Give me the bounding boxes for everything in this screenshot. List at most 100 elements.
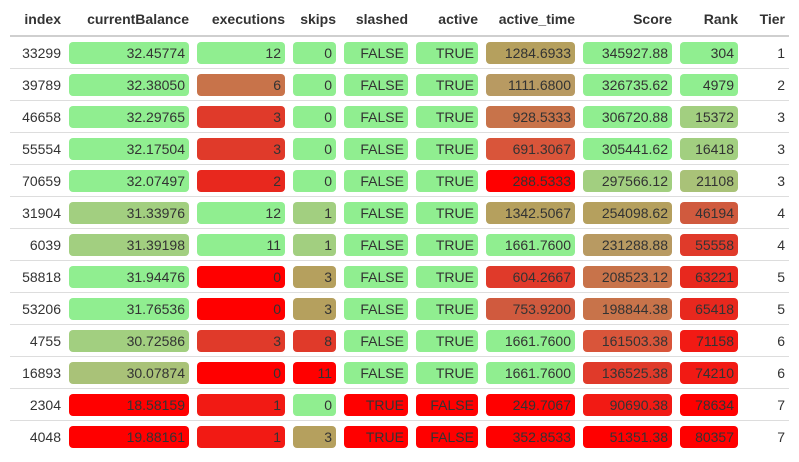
- current-balance-cell: 32.29765: [65, 100, 193, 133]
- column-header-skips[interactable]: skips: [289, 2, 340, 37]
- table-row: 4755 30.72586 3 8 FALSE TRUE 1661.7600 161503.3…: [10, 324, 789, 357]
- active-time-cell: 352.8533: [482, 420, 579, 452]
- active-time-cell: 604.2667: [482, 260, 579, 293]
- score-cell: 51351.38: [579, 420, 676, 452]
- current-balance-cell: 32.45774: [65, 36, 193, 69]
- skips-cell: 0: [289, 36, 340, 69]
- current-balance-value: 32.45774: [69, 41, 189, 64]
- skips-cell: 11: [289, 356, 340, 389]
- slashed-value: FALSE: [344, 137, 408, 160]
- column-header-index[interactable]: index: [10, 2, 65, 37]
- index-cell: 4048: [10, 420, 65, 452]
- column-header-active-time[interactable]: active_time: [482, 2, 579, 37]
- current-balance-value: 32.38050: [69, 73, 189, 96]
- current-balance-cell: 30.72586: [65, 324, 193, 357]
- current-balance-cell: 30.07874: [65, 356, 193, 389]
- active-time-value: 1284.6933: [486, 41, 575, 64]
- skips-value: 8: [293, 329, 336, 352]
- column-header-slashed[interactable]: slashed: [340, 2, 412, 37]
- score-value: 254098.62: [583, 201, 672, 224]
- slashed-value: FALSE: [344, 233, 408, 256]
- active-time-value: 1661.7600: [486, 329, 575, 352]
- skips-value: 0: [293, 105, 336, 128]
- executions-value: 1: [197, 393, 285, 416]
- executions-value: 3: [197, 329, 285, 352]
- active-time-cell: 753.9200: [482, 292, 579, 325]
- table-row: 46658 32.29765 3 0 FALSE TRUE 928.5333 306720.8…: [10, 100, 789, 133]
- slashed-value: FALSE: [344, 73, 408, 96]
- tier-cell: 3: [742, 132, 789, 165]
- slashed-value: FALSE: [344, 105, 408, 128]
- executions-value: 3: [197, 105, 285, 128]
- column-header-rank[interactable]: Rank: [676, 2, 742, 37]
- slashed-cell: FALSE: [340, 260, 412, 293]
- active-time-value: 1342.5067: [486, 201, 575, 224]
- tier-cell: 3: [742, 100, 789, 133]
- rank-cell: 21108: [676, 164, 742, 197]
- skips-value: 3: [293, 425, 336, 448]
- tier-cell: 7: [742, 420, 789, 452]
- executions-cell: 1: [193, 388, 289, 421]
- score-value: 326735.62: [583, 73, 672, 96]
- column-header-active[interactable]: active: [412, 2, 482, 37]
- current-balance-value: 32.07497: [69, 169, 189, 192]
- score-cell: 161503.38: [579, 324, 676, 357]
- active-value: TRUE: [416, 265, 478, 288]
- current-balance-value: 19.88161: [69, 425, 189, 448]
- rank-cell: 55558: [676, 228, 742, 261]
- active-cell: TRUE: [412, 356, 482, 389]
- tier-cell: 5: [742, 292, 789, 325]
- active-time-value: 352.8533: [486, 425, 575, 448]
- current-balance-cell: 31.39198: [65, 228, 193, 261]
- skips-cell: 3: [289, 260, 340, 293]
- rank-value: 80357: [680, 425, 738, 448]
- active-time-cell: 288.5333: [482, 164, 579, 197]
- current-balance-value: 31.39198: [69, 233, 189, 256]
- executions-value: 11: [197, 233, 285, 256]
- executions-value: 0: [197, 361, 285, 384]
- active-value: TRUE: [416, 201, 478, 224]
- active-time-value: 1661.7600: [486, 361, 575, 384]
- current-balance-value: 31.94476: [69, 265, 189, 288]
- skips-value: 1: [293, 201, 336, 224]
- executions-cell: 2: [193, 164, 289, 197]
- slashed-value: FALSE: [344, 41, 408, 64]
- executions-value: 1: [197, 425, 285, 448]
- column-header-score[interactable]: Score: [579, 2, 676, 37]
- executions-cell: 6: [193, 68, 289, 101]
- active-time-cell: 1342.5067: [482, 196, 579, 229]
- column-header-current-balance[interactable]: currentBalance: [65, 2, 193, 37]
- column-header-executions[interactable]: executions: [193, 2, 289, 37]
- current-balance-cell: 32.17504: [65, 132, 193, 165]
- skips-value: 1: [293, 233, 336, 256]
- index-cell: 46658: [10, 100, 65, 133]
- rank-value: 4979: [680, 73, 738, 96]
- rank-value: 16418: [680, 137, 738, 160]
- index-cell: 33299: [22, 44, 61, 61]
- executions-cell: 3: [193, 132, 289, 165]
- slashed-cell: FALSE: [340, 356, 412, 389]
- table-row: 53206 31.76536 0 3 FALSE TRUE 753.9200 198844.3…: [10, 292, 789, 325]
- active-cell: TRUE: [412, 292, 482, 325]
- skips-cell: 0: [289, 164, 340, 197]
- score-value: 51351.38: [583, 425, 672, 448]
- index-cell: 31904: [10, 196, 65, 229]
- active-time-value: 753.9200: [486, 297, 575, 320]
- score-value: 90690.38: [583, 393, 672, 416]
- skips-cell: 3: [289, 292, 340, 325]
- score-value: 161503.38: [583, 329, 672, 352]
- skips-value: 0: [293, 169, 336, 192]
- skips-value: 3: [293, 297, 336, 320]
- active-time-cell: 928.5333: [482, 100, 579, 133]
- executions-cell: 3: [193, 324, 289, 357]
- executions-value: 3: [197, 137, 285, 160]
- active-time-cell: 1284.6933: [482, 36, 579, 69]
- skips-cell: 3: [289, 420, 340, 452]
- data-table: index currentBalance executions skips sl…: [10, 2, 789, 452]
- column-header-tier[interactable]: Tier: [742, 2, 789, 37]
- tier-cell: 6: [742, 356, 789, 389]
- skips-value: 0: [293, 73, 336, 96]
- table-row: 6039 31.39198 11 1 FALSE TRUE 1661.7600 231288.…: [10, 228, 789, 261]
- rank-cell: 71158: [676, 324, 742, 357]
- current-balance-cell: 31.33976: [65, 196, 193, 229]
